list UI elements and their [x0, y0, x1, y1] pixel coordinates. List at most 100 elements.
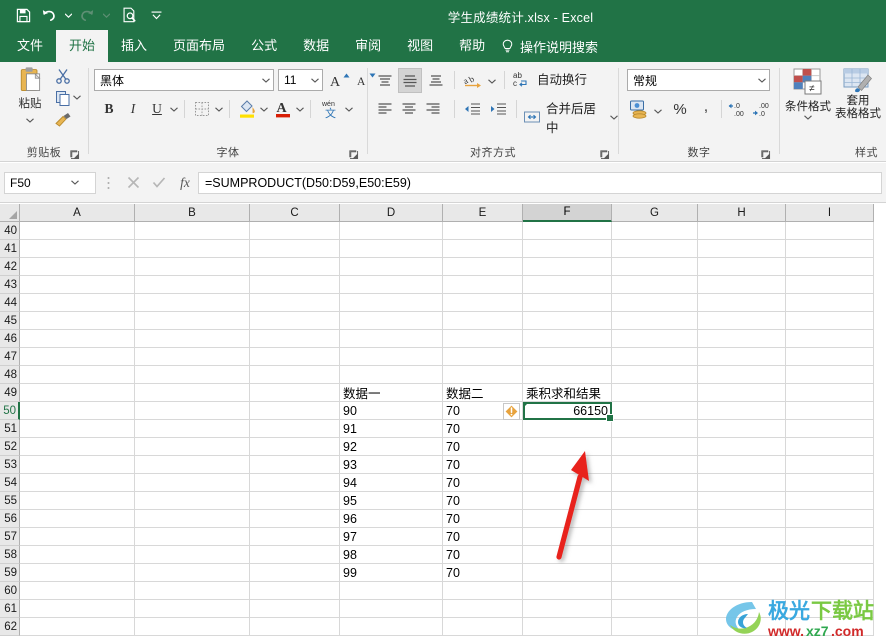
cell-G54[interactable] [612, 474, 698, 492]
comma-format-button[interactable]: , [695, 97, 717, 121]
cell-value-E59[interactable]: 70 [443, 564, 523, 582]
cell-I45[interactable] [786, 312, 874, 330]
cell-H55[interactable] [698, 492, 786, 510]
cell-I50[interactable] [786, 402, 874, 420]
cell-I61[interactable] [786, 600, 874, 618]
orientation-dropdown-icon[interactable] [487, 72, 497, 90]
cell-C50[interactable] [250, 402, 340, 420]
cell-G53[interactable] [612, 456, 698, 474]
cell-A49[interactable] [20, 384, 135, 402]
row-header-51[interactable]: 51 [0, 420, 20, 438]
column-header-H[interactable]: H [698, 204, 786, 222]
column-header-G[interactable]: G [612, 204, 698, 222]
cell-value-F50[interactable]: 66150 [523, 402, 612, 420]
cell-B40[interactable] [135, 222, 250, 240]
column-header-D[interactable]: D [340, 204, 443, 222]
cell-C42[interactable] [250, 258, 340, 276]
number-format-combo[interactable]: 常规 [627, 69, 770, 91]
row-header-48[interactable]: 48 [0, 366, 20, 384]
cell-E48[interactable] [443, 366, 523, 384]
cell-H62[interactable] [698, 618, 786, 636]
ribbon-tab-1[interactable]: 开始 [56, 30, 109, 62]
column-header-A[interactable]: A [20, 204, 135, 222]
cell-H40[interactable] [698, 222, 786, 240]
cell-B45[interactable] [135, 312, 250, 330]
cell-F58[interactable] [523, 546, 612, 564]
cell-C45[interactable] [250, 312, 340, 330]
cell-H43[interactable] [698, 276, 786, 294]
font-size-dropdown-icon[interactable] [308, 77, 322, 83]
cell-A55[interactable] [20, 492, 135, 510]
cell-F46[interactable] [523, 330, 612, 348]
underline-button[interactable]: U [146, 98, 168, 120]
column-header-E[interactable]: E [443, 204, 523, 222]
cell-F44[interactable] [523, 294, 612, 312]
cell-H54[interactable] [698, 474, 786, 492]
name-box[interactable]: F50 [4, 171, 96, 194]
cell-F55[interactable] [523, 492, 612, 510]
cell-G60[interactable] [612, 582, 698, 600]
cell-G42[interactable] [612, 258, 698, 276]
cell-A51[interactable] [20, 420, 135, 438]
fill-color-button[interactable] [236, 96, 258, 120]
cell-D46[interactable] [340, 330, 443, 348]
cell-G48[interactable] [612, 366, 698, 384]
cell-E62[interactable] [443, 618, 523, 636]
cell-F54[interactable] [523, 474, 612, 492]
column-header-C[interactable]: C [250, 204, 340, 222]
format-painter-button[interactable] [52, 110, 74, 130]
cell-G56[interactable] [612, 510, 698, 528]
cell-F51[interactable] [523, 420, 612, 438]
cell-F41[interactable] [523, 240, 612, 258]
cut-button[interactable] [52, 66, 74, 86]
cell-D43[interactable] [340, 276, 443, 294]
grow-font-button[interactable]: A [328, 69, 352, 91]
decrease-decimal-button[interactable]: .0.00 [727, 97, 749, 121]
font-size-combo[interactable]: 11 [278, 69, 323, 91]
accounting-dropdown-icon[interactable] [653, 102, 663, 120]
cell-H47[interactable] [698, 348, 786, 366]
cell-G41[interactable] [612, 240, 698, 258]
orientation-button[interactable]: ab [461, 69, 485, 92]
cell-C53[interactable] [250, 456, 340, 474]
cell-B51[interactable] [135, 420, 250, 438]
align-middle-button[interactable] [398, 68, 422, 93]
cell-G46[interactable] [612, 330, 698, 348]
cell-A41[interactable] [20, 240, 135, 258]
cell-D44[interactable] [340, 294, 443, 312]
cell-value-E52[interactable]: 70 [443, 438, 523, 456]
decrease-indent-button[interactable] [460, 98, 484, 120]
cell-D45[interactable] [340, 312, 443, 330]
cell-I62[interactable] [786, 618, 874, 636]
cell-I60[interactable] [786, 582, 874, 600]
cell-A44[interactable] [20, 294, 135, 312]
font-name-combo[interactable]: 黑体 [94, 69, 274, 91]
cell-F59[interactable] [523, 564, 612, 582]
ribbon-tab-4[interactable]: 公式 [238, 30, 290, 62]
select-all-corner[interactable] [0, 204, 20, 222]
cell-I49[interactable] [786, 384, 874, 402]
cell-B47[interactable] [135, 348, 250, 366]
cell-H53[interactable] [698, 456, 786, 474]
align-center-button[interactable] [398, 98, 420, 120]
cell-A59[interactable] [20, 564, 135, 582]
cell-F42[interactable] [523, 258, 612, 276]
number-dialog-launcher[interactable] [761, 147, 773, 160]
merge-center-dropdown-icon[interactable] [610, 114, 618, 120]
row-header-42[interactable]: 42 [0, 258, 20, 276]
cell-A45[interactable] [20, 312, 135, 330]
cell-value-D55[interactable]: 95 [340, 492, 443, 510]
cell-G47[interactable] [612, 348, 698, 366]
cell-C62[interactable] [250, 618, 340, 636]
phonetic-dropdown-icon[interactable] [344, 100, 354, 118]
increase-indent-button[interactable] [486, 98, 510, 120]
column-header-B[interactable]: B [135, 204, 250, 222]
cell-A62[interactable] [20, 618, 135, 636]
underline-dropdown-icon[interactable] [169, 100, 179, 118]
cell-value-D52[interactable]: 92 [340, 438, 443, 456]
row-header-54[interactable]: 54 [0, 474, 20, 492]
cell-I54[interactable] [786, 474, 874, 492]
cell-H48[interactable] [698, 366, 786, 384]
percent-format-button[interactable]: % [669, 97, 691, 121]
cell-H57[interactable] [698, 528, 786, 546]
